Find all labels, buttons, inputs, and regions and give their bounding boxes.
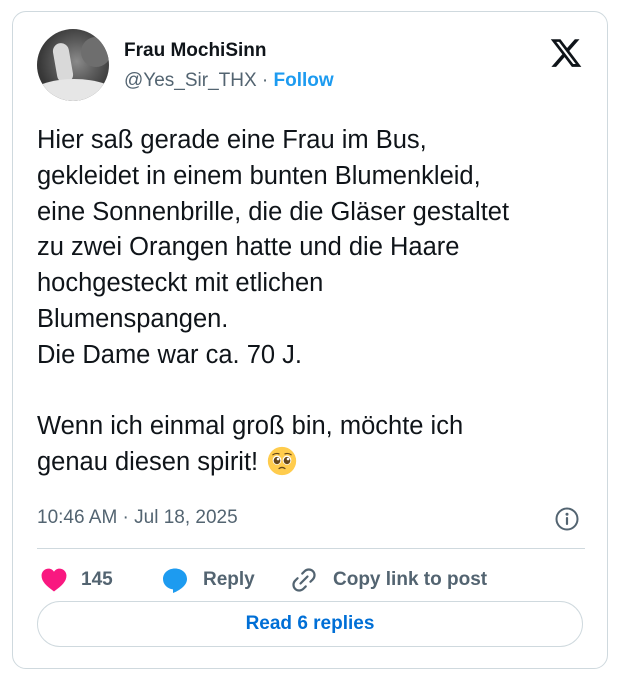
tweet-card: Frau MochiSinn @Yes_Sir_THX · Follow Hie… [12,11,608,669]
divider [37,548,585,549]
read-replies-button[interactable]: Read 6 replies [37,601,583,647]
read-replies-label: Read 6 replies [245,613,375,634]
reply-bubble-icon [163,568,187,593]
x-logo-icon[interactable] [549,36,583,70]
author-name[interactable]: Frau MochiSinn [124,40,267,62]
reply-button[interactable]: Reply [161,566,255,594]
timestamp[interactable]: 10:46 AM · Jul 18, 2025 [37,506,238,530]
link-icon [292,568,316,592]
info-icon[interactable] [554,506,580,532]
avatar-hand [51,41,75,85]
tweet-body: Hier saß gerade eine Frau im Bus, geklei… [37,126,510,477]
copy-link-label: Copy link to post [333,569,488,590]
tweet-text: Hier saß gerade eine Frau im Bus, geklei… [37,123,597,481]
reply-label: Reply [203,569,255,590]
like-count: 145 [81,569,113,590]
avatar[interactable] [37,29,109,101]
avatar-fur [37,79,109,101]
separator-dot: · [256,70,274,91]
copy-link-button[interactable]: Copy link to post [289,566,487,594]
like-button[interactable]: 145 [41,566,113,594]
author-handle[interactable]: @Yes_Sir_THX [124,70,257,91]
avatar-shadow [81,37,109,67]
heart-icon [41,568,67,592]
follow-button[interactable]: Follow [274,70,334,91]
author-handle-row: @Yes_Sir_THX · Follow [124,70,334,92]
pleading-face-emoji-icon [268,447,297,476]
